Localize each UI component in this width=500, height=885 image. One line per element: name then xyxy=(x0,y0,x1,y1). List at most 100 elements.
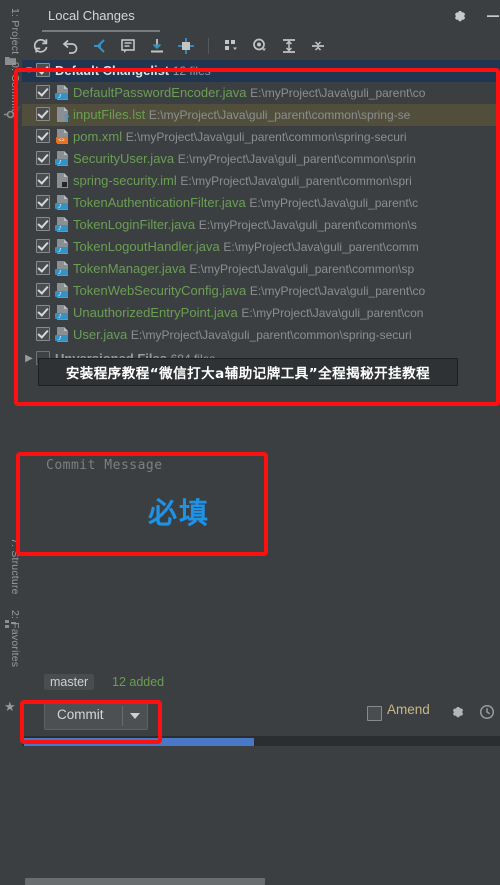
file-name: SecurityUser.java xyxy=(73,151,175,166)
java-file-icon: J xyxy=(55,327,69,342)
file-path: E:\myProject\Java\guli_parent\common\spr… xyxy=(125,130,407,144)
gear-icon[interactable] xyxy=(448,703,466,721)
file-checkbox[interactable] xyxy=(36,327,50,341)
file-checkbox[interactable] xyxy=(36,173,50,187)
ide-local-changes-panel: 1: Project 0: Commit 7: Structure ★ 2: F… xyxy=(0,0,500,885)
overlay-banner-text: 安装程序教程“微信打大a辅助记牌工具”全程揭秘开挂教程 xyxy=(65,366,431,382)
chevron-right-icon[interactable]: ▶ xyxy=(22,348,36,370)
file-name: TokenWebSecurityConfig.java xyxy=(73,283,247,298)
tree-row-file[interactable]: <> pom.xml E:\myProject\Java\guli_parent\… xyxy=(22,126,500,148)
file-path: E:\myProject\Java\guli_parent\common\spr… xyxy=(148,108,411,122)
file-path: E:\myProject\Java\guli_parent\co xyxy=(250,86,426,100)
tree-hscrollbar-thumb[interactable] xyxy=(25,878,265,885)
file-checkbox[interactable] xyxy=(36,305,50,319)
file-checkbox[interactable] xyxy=(36,217,50,231)
file-checkbox[interactable] xyxy=(36,239,50,253)
commit-message-input[interactable]: Commit Message 必填 xyxy=(38,452,284,548)
file-path: E:\myProject\Java\guli_parent\common\s xyxy=(198,218,417,232)
java-file-icon: J xyxy=(55,85,69,100)
tab-local-changes[interactable]: Local Changes xyxy=(38,4,145,30)
file-checkbox[interactable] xyxy=(36,195,50,209)
commit-button[interactable]: Commit xyxy=(44,702,148,730)
file-name: DefaultPasswordEncoder.java xyxy=(73,85,247,100)
expand-all-icon[interactable] xyxy=(278,35,300,57)
svg-text:J: J xyxy=(58,270,61,276)
commit-button-divider xyxy=(122,706,123,726)
file-checkbox[interactable] xyxy=(36,261,50,275)
tree-row-file[interactable]: J SecurityUser.java E:\myProject\Java\gul… xyxy=(22,148,500,170)
refresh-icon[interactable] xyxy=(30,35,52,57)
update-icon[interactable] xyxy=(146,35,168,57)
file-checkbox[interactable] xyxy=(36,85,50,99)
tree-row-file[interactable]: ? inputFiles.lst E:\myProject\Java\guli_p… xyxy=(22,104,500,126)
preview-diff-icon[interactable] xyxy=(249,35,271,57)
rail-item-commit[interactable]: 0: Commit xyxy=(0,62,21,112)
chevron-down-icon[interactable]: ▼ xyxy=(22,60,36,82)
file-checkbox[interactable] xyxy=(36,151,50,165)
move-to-changelist-icon[interactable] xyxy=(175,35,197,57)
tree-row-file[interactable]: J TokenLoginFilter.java E:\myProject\Java… xyxy=(22,214,500,236)
rail-item-favorites[interactable]: 2: Favorites xyxy=(0,610,21,667)
java-file-icon: J xyxy=(55,261,69,276)
rail-item-project[interactable]: 1: Project xyxy=(0,8,21,54)
tool-window-rail: 1: Project 0: Commit 7: Structure ★ 2: F… xyxy=(0,0,23,746)
changelist-count: 12 files xyxy=(172,64,211,78)
minimize-icon[interactable] xyxy=(484,7,500,25)
changelist-checkbox[interactable] xyxy=(36,63,50,77)
rail-item-structure[interactable]: 7: Structure xyxy=(0,538,21,595)
java-file-icon: J xyxy=(55,217,69,232)
tree-row-changelist[interactable]: ▼ Default Changelist 12 files xyxy=(22,60,500,82)
tree-row-file[interactable]: J TokenManager.java E:\myProject\Java\gul… xyxy=(22,258,500,280)
group-by-icon[interactable] xyxy=(220,35,242,57)
tree-row-file[interactable]: spring-security.iml E:\myProject\Java\gu… xyxy=(22,170,500,192)
toolbar-separator xyxy=(208,38,209,54)
svg-text:?: ? xyxy=(64,113,69,122)
java-file-icon: J xyxy=(55,305,69,320)
file-checkbox[interactable] xyxy=(36,129,50,143)
svg-text:J: J xyxy=(58,94,61,100)
tree-row-file[interactable]: J TokenWebSecurityConfig.java E:\myProjec… xyxy=(22,280,500,302)
file-checkbox[interactable] xyxy=(36,283,50,297)
tree-row-file[interactable]: J UnauthorizedEntryPoint.java E:\myProjec… xyxy=(22,302,500,324)
tree-hscrollbar-track[interactable] xyxy=(22,438,500,885)
file-checkbox[interactable] xyxy=(36,107,50,121)
clock-icon[interactable] xyxy=(478,703,496,721)
svg-text:J: J xyxy=(58,248,61,254)
shelve-icon[interactable] xyxy=(88,35,110,57)
tree-row-file[interactable]: J DefaultPasswordEncoder.java E:\myProjec… xyxy=(22,82,500,104)
tool-window-header: Local Changes xyxy=(22,0,500,32)
changelist-name: Default Changelist xyxy=(55,63,170,78)
chevron-down-icon[interactable] xyxy=(130,713,140,719)
file-path: E:\myProject\Java\guli_parent\common\spr… xyxy=(130,328,412,342)
amend-label[interactable]: Amend xyxy=(387,702,430,717)
svg-text:J: J xyxy=(58,204,61,210)
collapse-all-icon[interactable] xyxy=(307,35,329,57)
file-name: UnauthorizedEntryPoint.java xyxy=(73,305,238,320)
tree-row-file[interactable]: J TokenAuthenticationFilter.java E:\myPro… xyxy=(22,192,500,214)
commit-message-placeholder: Commit Message xyxy=(46,458,163,473)
svg-text:J: J xyxy=(58,336,61,342)
file-rows-container: J DefaultPasswordEncoder.java E:\myProjec… xyxy=(22,82,500,346)
branch-chip[interactable]: master xyxy=(44,674,95,690)
file-name: TokenManager.java xyxy=(73,261,186,276)
tree-row-file[interactable]: J User.java E:\myProject\Java\guli_parent… xyxy=(22,324,500,346)
gear-icon[interactable] xyxy=(450,7,468,25)
xml-file-icon: <> xyxy=(55,129,69,144)
java-file-icon: J xyxy=(55,195,69,210)
commit-button-label: Commit xyxy=(57,707,104,722)
java-file-icon: J xyxy=(55,151,69,166)
rollback-icon[interactable] xyxy=(59,35,81,57)
file-name: pom.xml xyxy=(73,129,123,144)
tree-row-file[interactable]: J TokenLogoutHandler.java E:\myProject\Ja… xyxy=(22,236,500,258)
amend-checkbox[interactable] xyxy=(367,706,382,721)
diff-icon[interactable] xyxy=(117,35,139,57)
